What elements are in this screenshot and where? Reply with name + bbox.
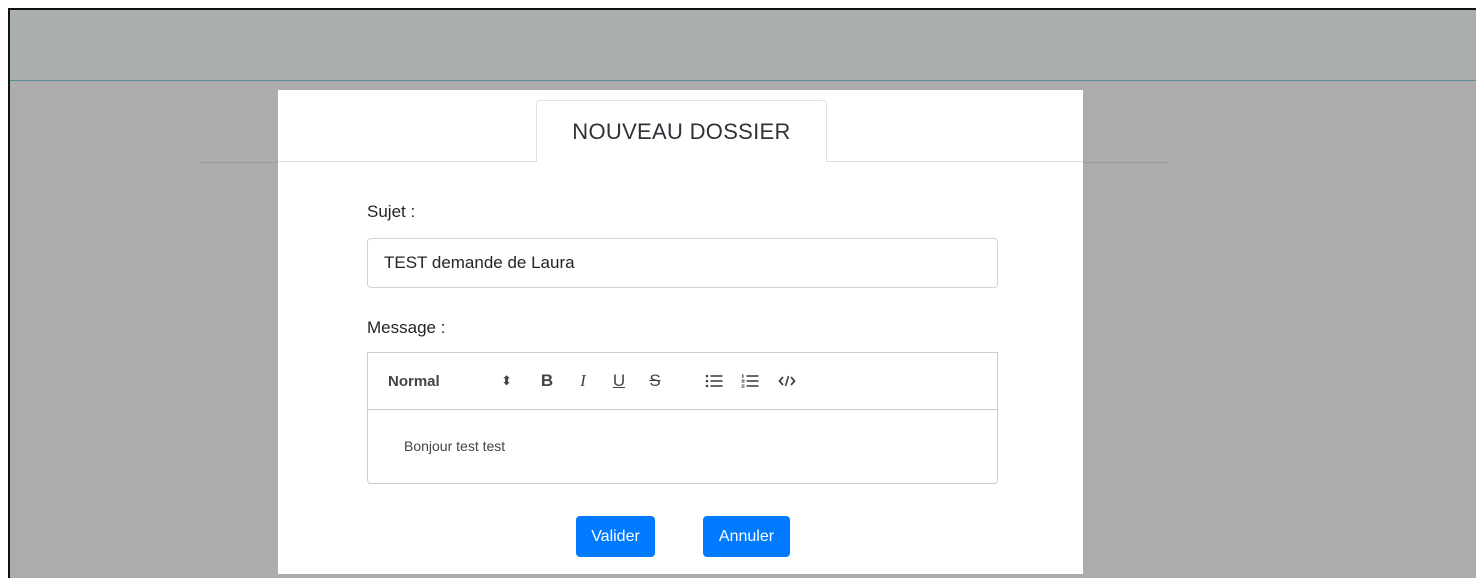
editor-toolbar: Normal ⬍ B I U S — [367, 352, 998, 410]
subject-input[interactable] — [367, 238, 998, 288]
numbered-list-button[interactable] — [738, 353, 762, 409]
numbered-list-icon — [741, 374, 759, 388]
message-editor[interactable]: Bonjour test test — [367, 410, 998, 484]
italic-icon: I — [580, 371, 586, 390]
message-text: Bonjour test test — [404, 438, 506, 454]
app-frame: NOUVEAU DOSSIER Sujet : Message : Normal… — [8, 8, 1476, 578]
sort-arrows-icon: ⬍ — [501, 373, 512, 388]
format-select-label: Normal — [388, 372, 440, 390]
subject-label: Sujet : — [367, 202, 416, 221]
validate-button[interactable]: Valider — [576, 516, 655, 557]
strikethrough-button[interactable]: S — [644, 353, 666, 409]
italic-button[interactable]: I — [572, 353, 594, 409]
top-bar — [10, 10, 1476, 81]
underline-icon: U — [612, 371, 626, 390]
new-case-dialog: NOUVEAU DOSSIER Sujet : Message : Normal… — [278, 90, 1083, 574]
code-block-button[interactable] — [775, 353, 799, 409]
cancel-button[interactable]: Annuler — [703, 516, 790, 557]
underline-button[interactable]: U — [608, 353, 630, 409]
bullet-list-icon — [705, 374, 723, 388]
bullet-list-button[interactable] — [702, 353, 726, 409]
bold-button[interactable]: B — [536, 353, 558, 409]
format-select[interactable]: Normal ⬍ — [388, 353, 518, 409]
code-icon — [778, 375, 796, 387]
tab-new-case[interactable]: NOUVEAU DOSSIER — [536, 100, 827, 162]
strikethrough-icon: S — [649, 371, 661, 390]
message-label: Message : — [367, 318, 446, 337]
bold-icon: B — [540, 371, 554, 390]
